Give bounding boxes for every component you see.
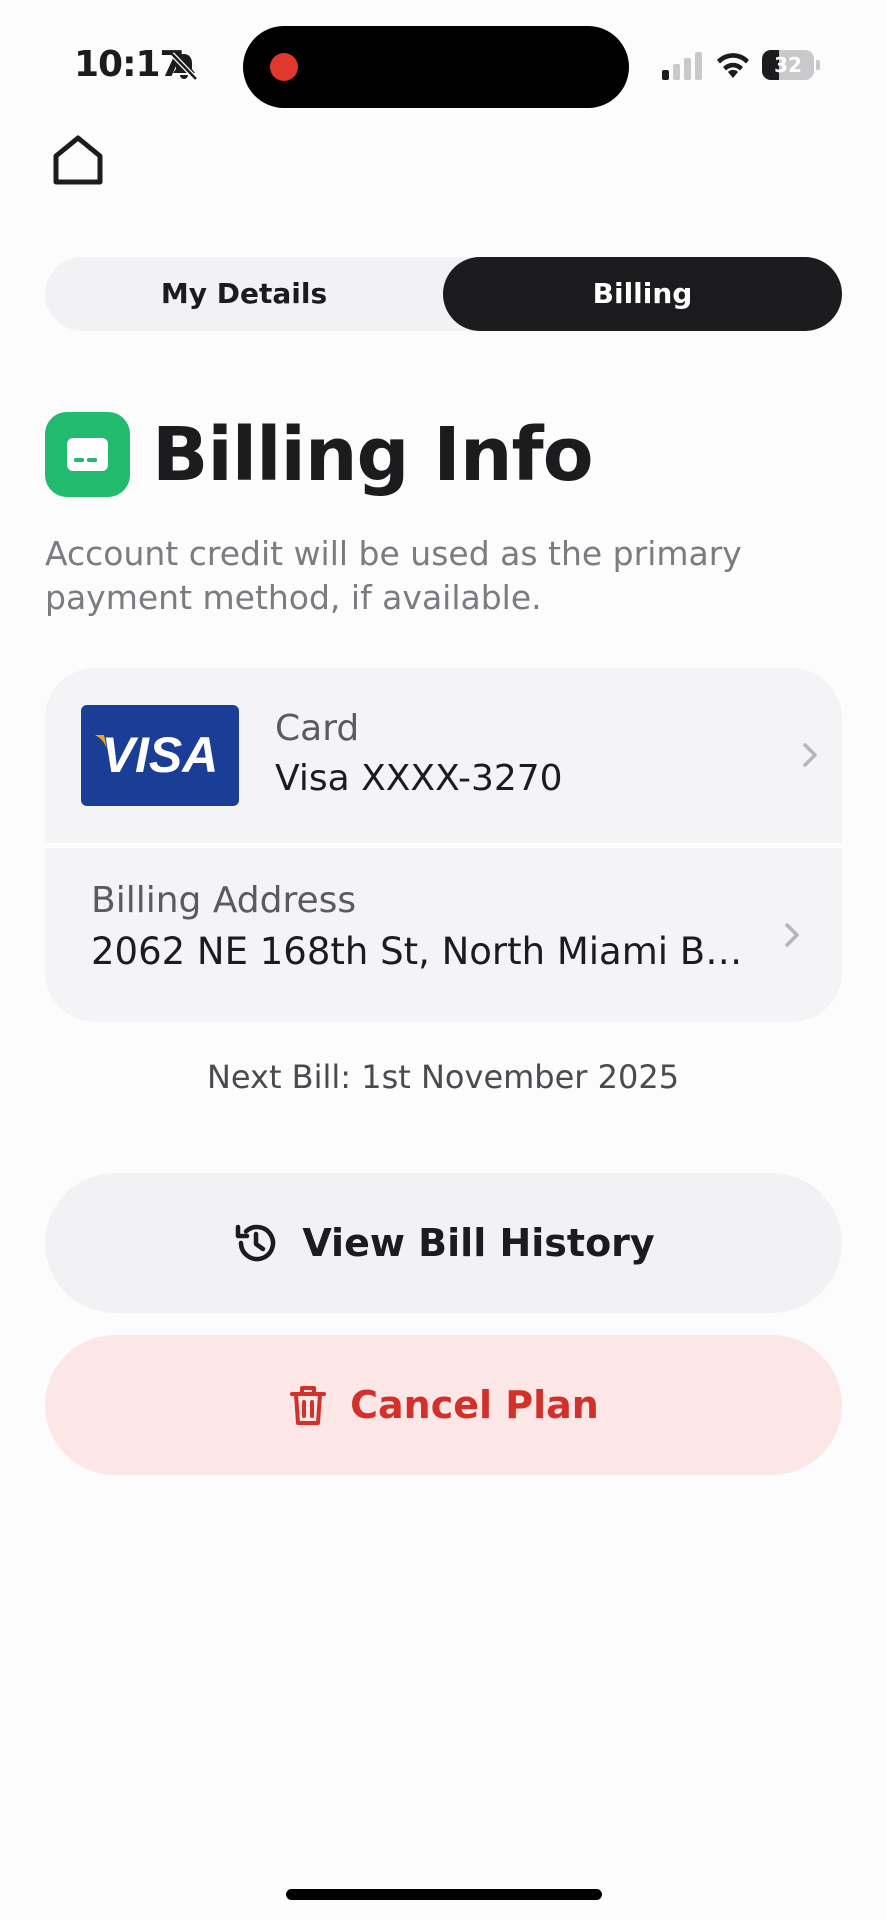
page-subtitle: Account credit will be used as the prima… <box>45 534 742 617</box>
tab-my-details[interactable]: My Details <box>45 257 443 331</box>
view-bill-history-button[interactable]: View Bill History <box>45 1173 842 1313</box>
credit-card-icon <box>45 412 130 497</box>
chevron-right-icon <box>785 923 799 947</box>
battery-level: 32 <box>774 53 802 77</box>
recording-indicator <box>270 53 298 81</box>
billing-address-value: 2062 NE 168th St, North Miami Be... <box>91 930 751 973</box>
cellular-signal-icon <box>662 52 702 80</box>
wifi-icon <box>717 53 749 78</box>
page-title: Billing Info <box>152 412 594 498</box>
view-bill-history-label: View Bill History <box>302 1221 655 1265</box>
segmented-tabs: My Details Billing <box>45 257 842 331</box>
trash-icon <box>290 1386 327 1425</box>
card-number: Visa XXXX-3270 <box>275 758 563 799</box>
visa-logo: VISA <box>81 705 239 806</box>
billing-address-label: Billing Address <box>91 880 357 921</box>
home-indicator[interactable] <box>286 1889 602 1900</box>
billing-address-row[interactable]: Billing Address 2062 NE 168th St, North … <box>45 848 842 1022</box>
visa-brand-text: VISA <box>102 727 219 783</box>
cancel-plan-button[interactable]: Cancel Plan <box>45 1335 842 1475</box>
cancel-plan-label: Cancel Plan <box>350 1383 599 1427</box>
bell-slash-icon <box>170 52 198 81</box>
billing-screen: 10:17 32 My Details Billing Billing Info… <box>0 0 886 1920</box>
home-icon[interactable] <box>50 132 106 188</box>
next-bill-date: Next Bill: 1st November 2025 <box>206 1058 680 1096</box>
payment-details-card: VISA Card Visa XXXX-3270 Billing Address… <box>45 668 842 1022</box>
dynamic-island <box>243 26 629 108</box>
chevron-right-icon <box>803 743 817 767</box>
card-row[interactable]: VISA Card Visa XXXX-3270 <box>45 668 842 843</box>
card-label: Card <box>275 708 360 749</box>
history-icon <box>236 1224 276 1262</box>
tab-billing[interactable]: Billing <box>443 257 842 331</box>
battery-indicator: 32 <box>762 50 820 80</box>
